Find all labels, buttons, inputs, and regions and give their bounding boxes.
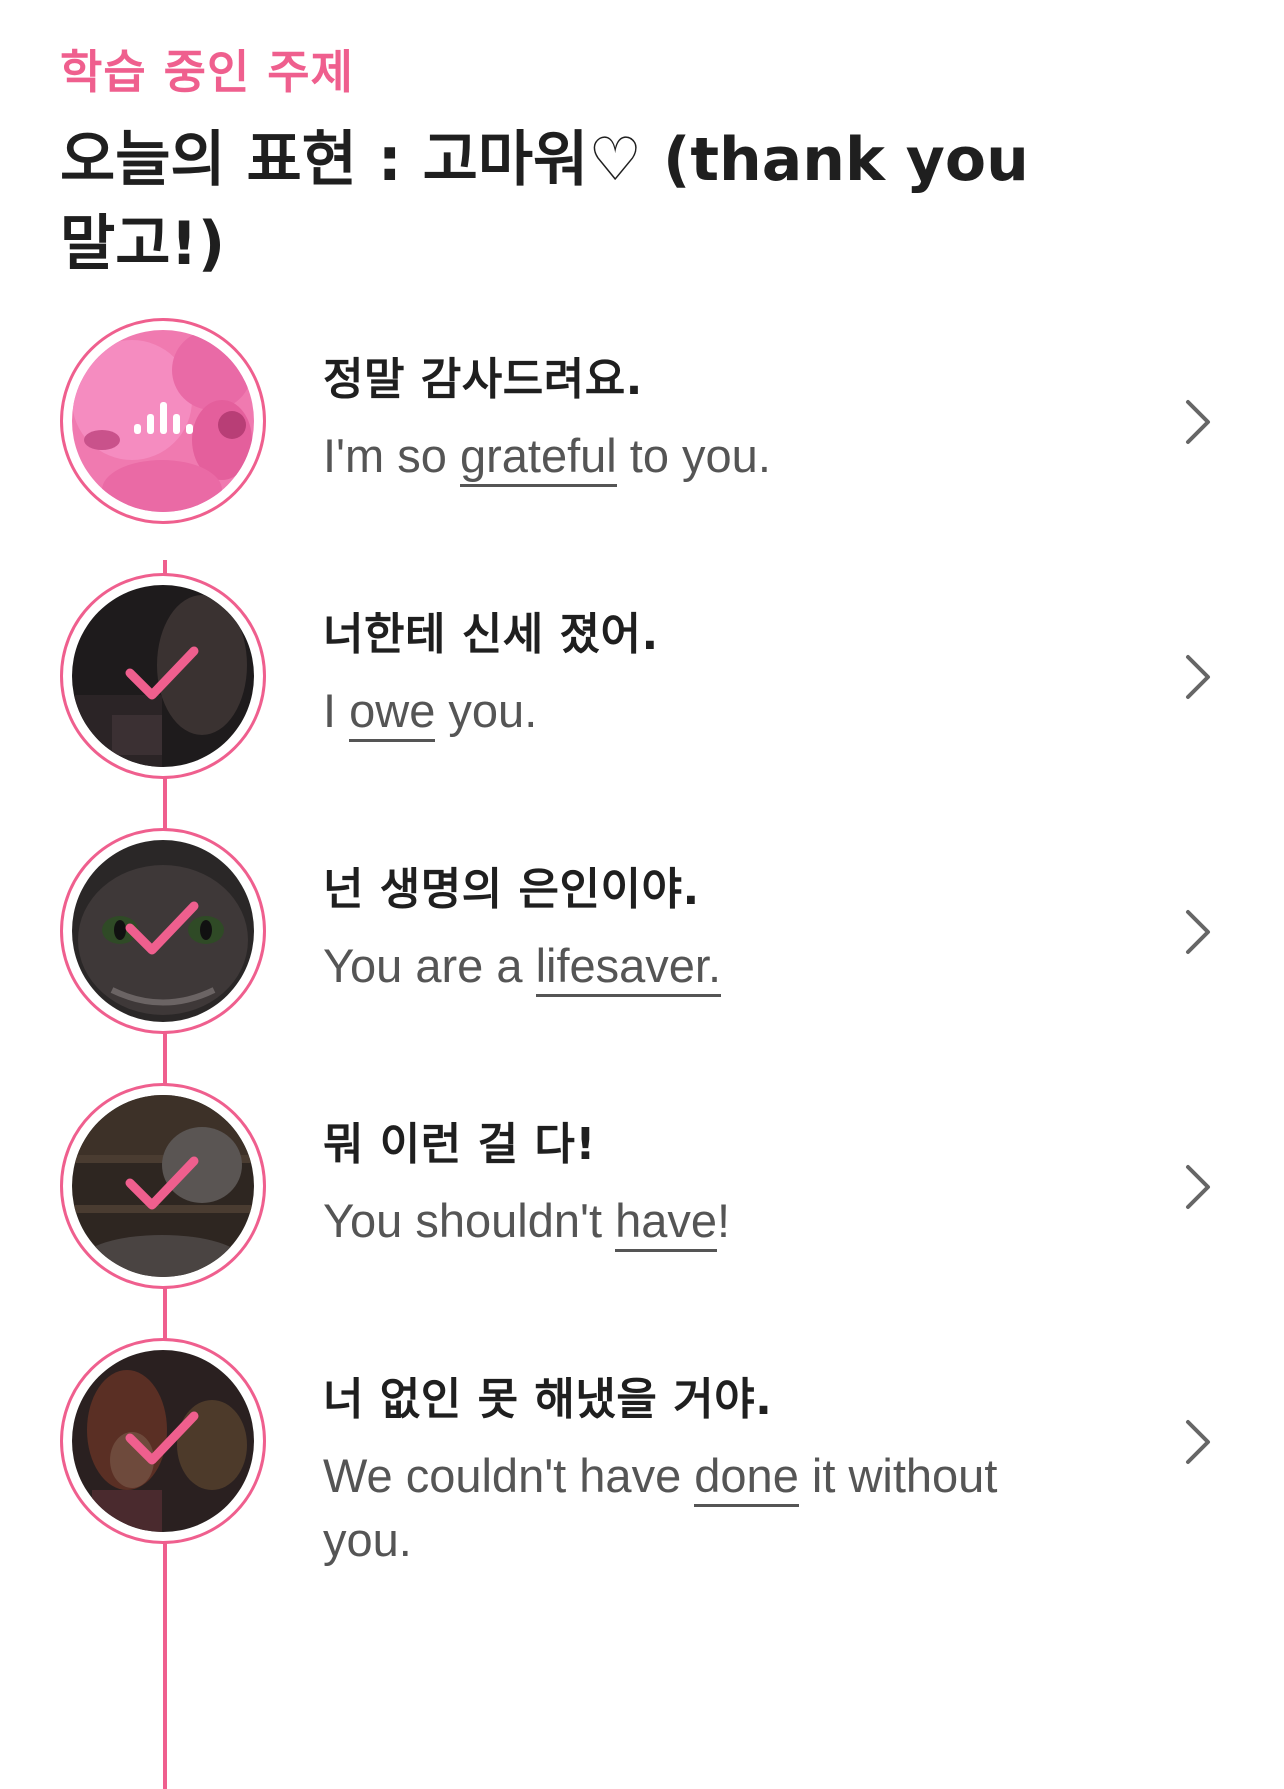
lesson-english-text: I'm so grateful to you. xyxy=(323,424,1083,488)
english-text-before: I'm so xyxy=(323,429,460,482)
lesson-english-text: We couldn't have done it without you. xyxy=(323,1444,1083,1572)
english-keyword: have xyxy=(615,1194,718,1252)
english-text-after: ! xyxy=(717,1194,731,1247)
chevron-right-icon[interactable] xyxy=(1178,1161,1218,1213)
english-text-before: We couldn't have xyxy=(323,1449,695,1502)
english-keyword: lifesaver. xyxy=(535,939,722,997)
lesson-thumbnail xyxy=(72,1095,254,1277)
check-icon xyxy=(125,901,199,955)
english-text-before: You are a xyxy=(323,939,536,992)
lesson-korean-text: 넌 생명의 은인이야. xyxy=(323,864,700,915)
lesson-korean-text: 뭐 이런 걸 다! xyxy=(323,1119,596,1170)
lesson-thumbnail-ring xyxy=(60,828,266,1034)
lesson-korean-text: 너 없인 못 해냈을 거야. xyxy=(323,1374,773,1425)
lesson-item[interactable]: 너 없인 못 해냈을 거야. We couldn't have done it … xyxy=(0,1338,1284,1566)
lesson-korean-text: 너한테 신세 졌어. xyxy=(323,609,659,660)
check-icon xyxy=(125,1411,199,1465)
lesson-thumbnail-ring xyxy=(60,318,266,524)
chevron-right-icon[interactable] xyxy=(1178,651,1218,703)
english-text-before: You shouldn't xyxy=(323,1194,616,1247)
english-text-before: I xyxy=(323,684,350,737)
lesson-thumbnail-ring xyxy=(60,573,266,779)
english-keyword: done xyxy=(694,1449,799,1507)
lesson-thumbnail xyxy=(72,585,254,767)
lesson-english-text: You shouldn't have! xyxy=(323,1189,1083,1253)
english-keyword: owe xyxy=(349,684,436,742)
lesson-thumbnail-ring xyxy=(60,1083,266,1289)
english-keyword: grateful xyxy=(459,429,617,487)
page-title: 오늘의 표현 : 고마워♡ (thank you 말고!) xyxy=(60,125,1029,279)
chevron-right-icon[interactable] xyxy=(1178,396,1218,448)
lesson-english-text: I owe you. xyxy=(323,679,1083,743)
lesson-item[interactable]: 넌 생명의 은인이야. You are a lifesaver. xyxy=(0,828,1284,1048)
english-text-after: you. xyxy=(435,684,538,737)
lesson-thumbnail xyxy=(72,330,254,512)
audio-playing-icon xyxy=(134,402,193,434)
lesson-item[interactable]: 뭐 이런 걸 다! You shouldn't have! xyxy=(0,1083,1284,1303)
lesson-item[interactable]: 너한테 신세 졌어. I owe you. xyxy=(0,573,1284,793)
check-icon xyxy=(125,646,199,700)
check-icon xyxy=(125,1156,199,1210)
chevron-right-icon[interactable] xyxy=(1178,906,1218,958)
lesson-korean-text: 정말 감사드려요. xyxy=(323,354,643,405)
topic-label: 학습 중인 주제 xyxy=(60,45,354,99)
lesson-thumbnail-ring xyxy=(60,1338,266,1544)
lesson-topic-screen: 학습 중인 주제 오늘의 표현 : 고마워♡ (thank you 말고!) 정… xyxy=(0,0,1284,1789)
lesson-thumbnail xyxy=(72,840,254,1022)
lesson-item[interactable]: 정말 감사드려요. I'm so grateful to you. xyxy=(0,318,1284,538)
english-text-after: to you. xyxy=(616,429,771,482)
lesson-english-text: You are a lifesaver. xyxy=(323,934,1083,998)
lesson-thumbnail xyxy=(72,1350,254,1532)
chevron-right-icon[interactable] xyxy=(1178,1416,1218,1468)
